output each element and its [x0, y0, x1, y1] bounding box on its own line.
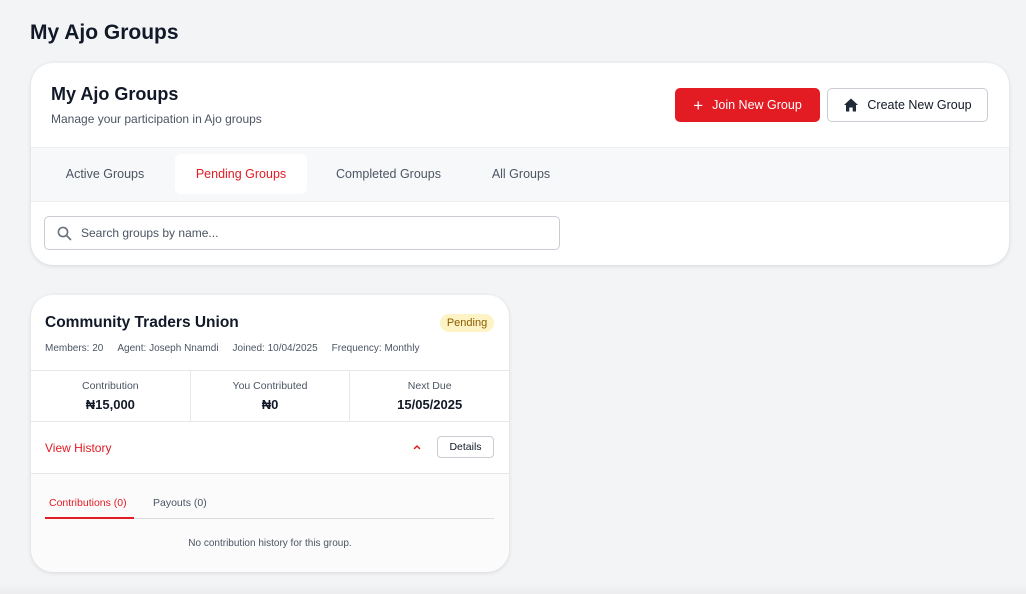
- join-new-group-button[interactable]: + Join New Group: [675, 88, 820, 122]
- tab-all-groups[interactable]: All Groups: [478, 154, 564, 194]
- tab-contributions[interactable]: Contributions (0): [45, 488, 134, 519]
- header-subtitle: Manage your participation in Ajo groups: [51, 112, 262, 126]
- frequency-label: Frequency:: [331, 343, 382, 354]
- header-title: My Ajo Groups: [51, 84, 179, 104]
- tab-pending-groups[interactable]: Pending Groups: [175, 154, 307, 194]
- plus-icon: +: [693, 95, 704, 115]
- stat-value: ₦0: [261, 397, 279, 412]
- agent-value: Joseph Nnamdi: [149, 343, 219, 354]
- tab-completed-groups[interactable]: Completed Groups: [323, 154, 454, 194]
- joined-label: Joined:: [232, 343, 265, 354]
- tab-payouts[interactable]: Payouts (0): [153, 488, 207, 519]
- page-title: My Ajo Groups: [30, 21, 179, 44]
- search-icon: [57, 226, 72, 241]
- chevron-up-icon[interactable]: [410, 440, 424, 454]
- view-history-link[interactable]: View History: [45, 441, 111, 455]
- status-badge: Pending: [440, 314, 494, 332]
- page-bottom-shade: [0, 584, 1026, 594]
- members-value: 20: [92, 343, 104, 354]
- home-icon: [843, 97, 859, 113]
- meta-frequency: Frequency: Monthly: [332, 343, 420, 354]
- frequency-value: Monthly: [384, 343, 420, 354]
- group-card: Community Traders Union Pending Members:…: [31, 295, 509, 572]
- empty-history-message: No contribution history for this group.: [188, 538, 352, 549]
- meta-agent: Agent: Joseph Nnamdi: [117, 343, 218, 354]
- header-card: My Ajo Groups Manage your participation …: [31, 63, 1009, 265]
- stat-value: 15/05/2025: [397, 397, 463, 412]
- create-new-group-button[interactable]: Create New Group: [827, 88, 988, 122]
- search-box: [44, 216, 560, 250]
- search-input[interactable]: [81, 226, 521, 240]
- details-button[interactable]: Details: [437, 436, 494, 458]
- group-actions: View History Details: [31, 422, 509, 474]
- stat-label: Contribution: [82, 380, 139, 392]
- agent-label: Agent:: [117, 343, 147, 354]
- stat-next-due: Next Due 15/05/2025: [350, 371, 509, 421]
- meta-members: Members: 20: [45, 343, 103, 354]
- group-tabs: Active Groups Pending Groups Completed G…: [31, 147, 1009, 202]
- members-label: Members:: [45, 343, 90, 354]
- stat-label: Next Due: [407, 380, 452, 392]
- stat-label: You Contributed: [232, 380, 308, 392]
- tab-active-groups[interactable]: Active Groups: [51, 154, 159, 194]
- join-button-label: Join New Group: [712, 98, 802, 112]
- group-meta: Members: 20 Agent: Joseph Nnamdi Joined:…: [45, 343, 419, 354]
- stat-contribution: Contribution ₦15,000: [31, 371, 191, 421]
- group-stats: Contribution ₦15,000 You Contributed ₦0 …: [31, 370, 509, 422]
- create-button-label: Create New Group: [867, 98, 972, 112]
- joined-value: 10/04/2025: [267, 343, 318, 354]
- group-name: Community Traders Union: [45, 314, 239, 331]
- stat-value: ₦15,000: [85, 397, 135, 412]
- history-tabs: Contributions (0) Payouts (0): [45, 488, 494, 519]
- group-card-header: Community Traders Union Pending Members:…: [31, 295, 509, 370]
- stat-you-contributed: You Contributed ₦0: [191, 371, 351, 421]
- meta-joined: Joined: 10/04/2025: [233, 343, 318, 354]
